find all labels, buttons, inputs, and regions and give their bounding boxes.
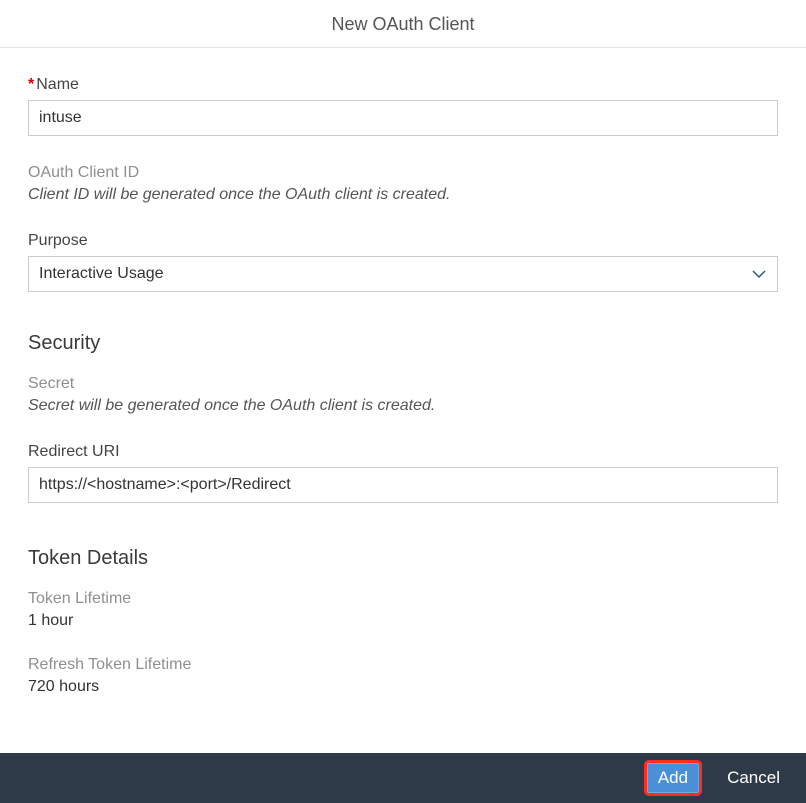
cancel-button[interactable]: Cancel	[717, 763, 790, 793]
purpose-select[interactable]: Interactive Usage	[28, 256, 778, 292]
dialog-title: New OAuth Client	[0, 0, 806, 48]
name-input[interactable]	[28, 100, 778, 136]
field-client-id: OAuth Client ID Client ID will be genera…	[28, 164, 778, 204]
field-refresh-token-lifetime: Refresh Token Lifetime 720 hours	[28, 656, 778, 696]
refresh-token-lifetime-value: 720 hours	[28, 678, 778, 696]
token-details-heading: Token Details	[28, 547, 778, 570]
name-label: *Name	[28, 76, 778, 94]
secret-note: Secret will be generated once the OAuth …	[28, 397, 778, 415]
form-content: *Name OAuth Client ID Client ID will be …	[0, 48, 806, 753]
field-token-lifetime: Token Lifetime 1 hour	[28, 590, 778, 630]
client-id-label: OAuth Client ID	[28, 164, 778, 182]
refresh-token-lifetime-label: Refresh Token Lifetime	[28, 656, 778, 674]
required-indicator: *	[28, 76, 34, 93]
add-button-highlight: Add	[647, 763, 699, 793]
add-button[interactable]: Add	[647, 763, 699, 793]
purpose-value: Interactive Usage	[28, 256, 778, 292]
security-heading: Security	[28, 332, 778, 355]
field-name: *Name	[28, 76, 778, 136]
redirect-uri-label: Redirect URI	[28, 443, 778, 461]
token-lifetime-label: Token Lifetime	[28, 590, 778, 608]
dialog-footer: Add Cancel	[0, 753, 806, 803]
field-redirect-uri: Redirect URI	[28, 443, 778, 503]
field-purpose: Purpose Interactive Usage	[28, 232, 778, 292]
name-label-text: Name	[36, 76, 79, 93]
field-secret: Secret Secret will be generated once the…	[28, 375, 778, 415]
purpose-label: Purpose	[28, 232, 778, 250]
redirect-uri-input[interactable]	[28, 467, 778, 503]
secret-label: Secret	[28, 375, 778, 393]
client-id-note: Client ID will be generated once the OAu…	[28, 186, 778, 204]
token-lifetime-value: 1 hour	[28, 612, 778, 630]
